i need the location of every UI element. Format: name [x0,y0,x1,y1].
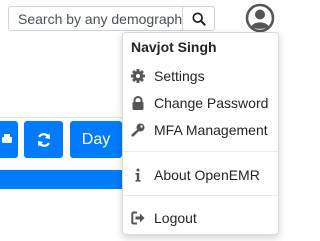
menu-item-logout[interactable]: Logout [123,207,278,229]
user-circle-icon [245,3,275,33]
user-avatar-button[interactable] [245,3,275,33]
menu-item-about-openemr[interactable]: About OpenEMR [123,164,278,186]
search-button[interactable] [182,6,215,31]
search-icon [191,11,206,26]
toolbar-divider [0,117,122,118]
menu-divider [123,195,278,196]
info-icon [131,168,145,182]
menu-item-mfa-management[interactable]: MFA Management [123,119,278,141]
menu-item-label: Logout [154,210,197,226]
menu-item-label: Settings [154,68,205,84]
search-group [8,6,215,31]
sign-out-icon [131,211,145,225]
search-input[interactable] [8,6,182,31]
gear-icon [131,69,145,83]
key-icon [131,123,145,137]
day-view-button[interactable]: Day [70,121,122,158]
print-button[interactable] [0,121,18,158]
print-icon [2,133,12,143]
lock-icon [131,96,145,110]
user-name-header: Navjot Singh [131,39,217,55]
menu-item-label: About OpenEMR [154,167,260,183]
refresh-icon [37,132,50,147]
menu-item-settings[interactable]: Settings [123,65,278,87]
menu-item-label: Change Password [154,95,269,111]
refresh-button[interactable] [24,121,63,158]
menu-divider [123,151,278,152]
user-dropdown-menu: Navjot Singh Settings Change Password MF… [122,32,279,235]
day-view-label: Day [81,130,111,148]
calendar-header-bar [0,170,122,189]
menu-item-label: MFA Management [154,122,268,138]
menu-item-change-password[interactable]: Change Password [123,92,278,114]
